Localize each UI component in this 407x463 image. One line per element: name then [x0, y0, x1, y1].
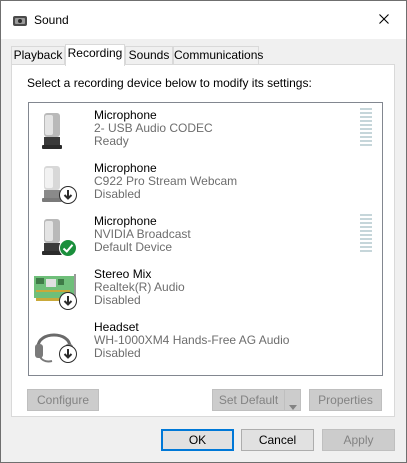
- close-button[interactable]: [362, 1, 406, 39]
- properties-button[interactable]: Properties: [309, 389, 382, 411]
- device-name: Headset: [94, 320, 139, 334]
- down-arrow-badge-icon: [59, 186, 77, 207]
- device-row[interactable]: Stereo Mix Realtek(R) Audio Disabled: [29, 262, 382, 315]
- device-name: Microphone: [94, 161, 157, 175]
- checkmark-badge-icon: [59, 239, 77, 260]
- level-meter: [360, 108, 372, 148]
- cancel-button[interactable]: Cancel: [241, 429, 314, 451]
- device-status: Default Device: [94, 240, 173, 254]
- window-title: Sound: [34, 13, 69, 27]
- tab-communications[interactable]: Communications: [173, 46, 263, 65]
- device-description: 2- USB Audio CODEC: [94, 121, 213, 135]
- tab-playback[interactable]: Playback: [11, 46, 65, 65]
- down-arrow-badge-icon: [59, 345, 77, 366]
- microphone-icon: [32, 107, 80, 155]
- device-name: Stereo Mix: [94, 267, 152, 281]
- close-icon: [379, 13, 389, 27]
- level-meter: [360, 214, 372, 254]
- device-description: NVIDIA Broadcast: [94, 227, 191, 241]
- title-bar[interactable]: Sound: [1, 1, 406, 39]
- chevron-down-icon: [289, 397, 297, 417]
- set-default-dropdown[interactable]: [284, 390, 300, 410]
- device-name: Microphone: [94, 214, 157, 228]
- ok-button[interactable]: OK: [161, 429, 234, 451]
- device-row[interactable]: Headset WH-1000XM4 Hands-Free AG Audio D…: [29, 315, 382, 368]
- device-status: Ready: [94, 134, 129, 148]
- device-status: Disabled: [94, 346, 141, 360]
- device-status: Disabled: [94, 293, 141, 307]
- tab-recording[interactable]: Recording: [65, 44, 125, 66]
- device-description: WH-1000XM4 Hands-Free AG Audio: [94, 333, 290, 347]
- tab-sounds[interactable]: Sounds: [125, 46, 173, 65]
- device-status: Disabled: [94, 187, 141, 201]
- speaker-icon: [12, 13, 28, 29]
- down-arrow-badge-icon: [59, 292, 77, 313]
- apply-button[interactable]: Apply: [322, 429, 395, 451]
- device-row[interactable]: Microphone C922 Pro Stream Webcam Disabl…: [29, 156, 382, 209]
- device-row[interactable]: Microphone NVIDIA Broadcast Default Devi…: [29, 209, 382, 262]
- set-default-button[interactable]: Set Default: [212, 389, 301, 411]
- device-row[interactable]: Microphone 2- USB Audio CODEC Ready: [29, 103, 382, 156]
- recording-device-list[interactable]: Microphone 2- USB Audio CODEC Ready Micr…: [28, 102, 383, 376]
- device-name: Microphone: [94, 108, 157, 122]
- device-description: Realtek(R) Audio: [94, 280, 185, 294]
- sound-dialog: Sound Playback Recording Sounds Communic…: [0, 0, 407, 463]
- configure-button[interactable]: Configure: [27, 389, 99, 411]
- device-description: C922 Pro Stream Webcam: [94, 174, 238, 188]
- instructions-text: Select a recording device below to modif…: [27, 76, 312, 90]
- recording-panel: Select a recording device below to modif…: [11, 64, 395, 417]
